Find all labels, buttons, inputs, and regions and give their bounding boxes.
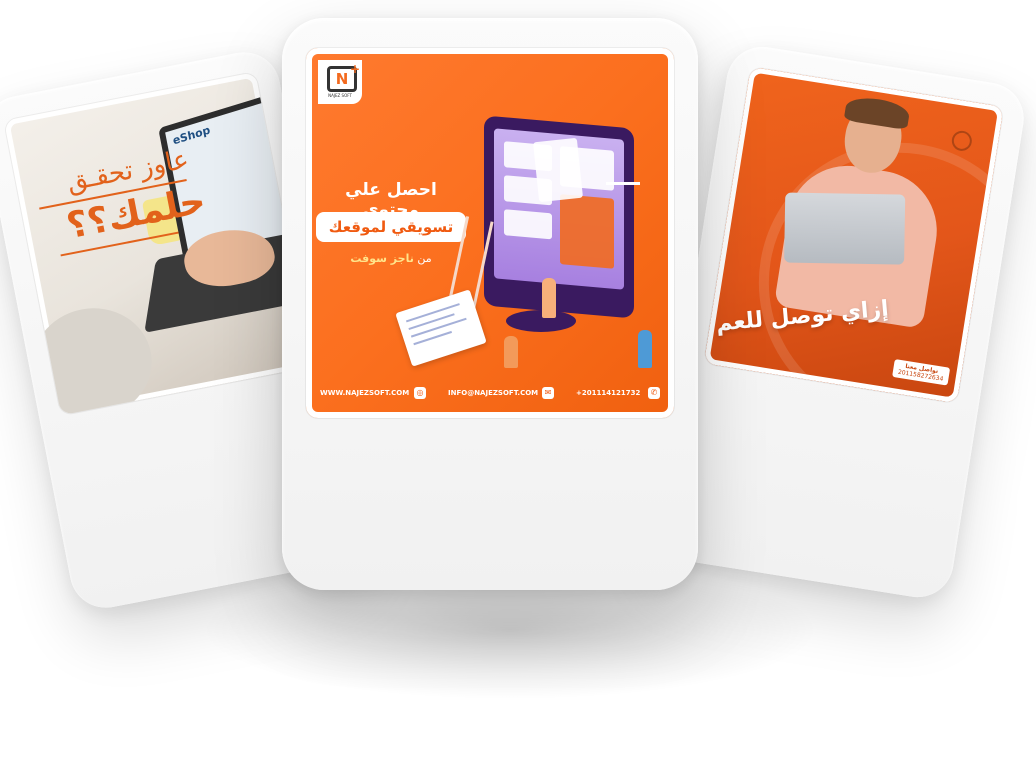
center-subtext: من ناجز سوفت — [316, 252, 466, 265]
sleeve-shape — [22, 298, 162, 416]
right-post-image: إزاي توصل للعم تواصل معنا 201158272634 — [703, 66, 1004, 404]
globe-icon: ◎ — [414, 387, 426, 399]
laptop-shape — [784, 192, 906, 265]
center-pill-text: تسويقي لموقعك — [316, 212, 466, 242]
content-block — [504, 209, 552, 240]
footer-email: INFO@NAJEZSOFT.COM — [448, 389, 539, 397]
search-icon — [950, 129, 974, 153]
mockup-stage: eShop عاوز تحقـق حلمك؟؟ إزاي توصل للعم ت… — [0, 0, 1036, 777]
logo-plus-icon: + — [350, 62, 361, 76]
person-figure — [638, 330, 652, 368]
mail-icon: ✉ — [542, 387, 554, 399]
footer-phone: +201114121732 — [576, 389, 641, 397]
center-post-card[interactable]: N + NAJEZ SOFT احصل علي محتوي تسويقي لمو… — [282, 18, 698, 590]
paper-line — [408, 313, 455, 330]
person-figure — [542, 278, 556, 318]
center-post-image: N + NAJEZ SOFT احصل علي محتوي تسويقي لمو… — [306, 48, 674, 418]
footer-website: WWW.NAJEZSOFT.COM — [320, 389, 410, 397]
left-post-image: eShop عاوز تحقـق حلمك؟؟ — [3, 71, 313, 416]
right-post-card[interactable]: إزاي توصل للعم تواصل معنا 201158272634 — [651, 41, 1029, 603]
phone-icon: ✆ — [648, 387, 660, 399]
person-figure — [504, 336, 518, 368]
drone-icon — [606, 182, 640, 199]
content-block — [560, 194, 614, 269]
najez-logo: N + NAJEZ SOFT — [318, 60, 362, 104]
sub-brand: ناجز سوفت — [350, 252, 414, 265]
sub-prefix: من — [417, 252, 432, 265]
paper-illustration — [395, 289, 487, 367]
monitor-stand — [506, 310, 576, 332]
floating-document — [532, 137, 584, 203]
logo-caption: NAJEZ SOFT — [328, 93, 352, 98]
center-footer: WWW.NAJEZSOFT.COM ◎ INFO@NAJEZSOFT.COM ✉… — [320, 386, 660, 402]
